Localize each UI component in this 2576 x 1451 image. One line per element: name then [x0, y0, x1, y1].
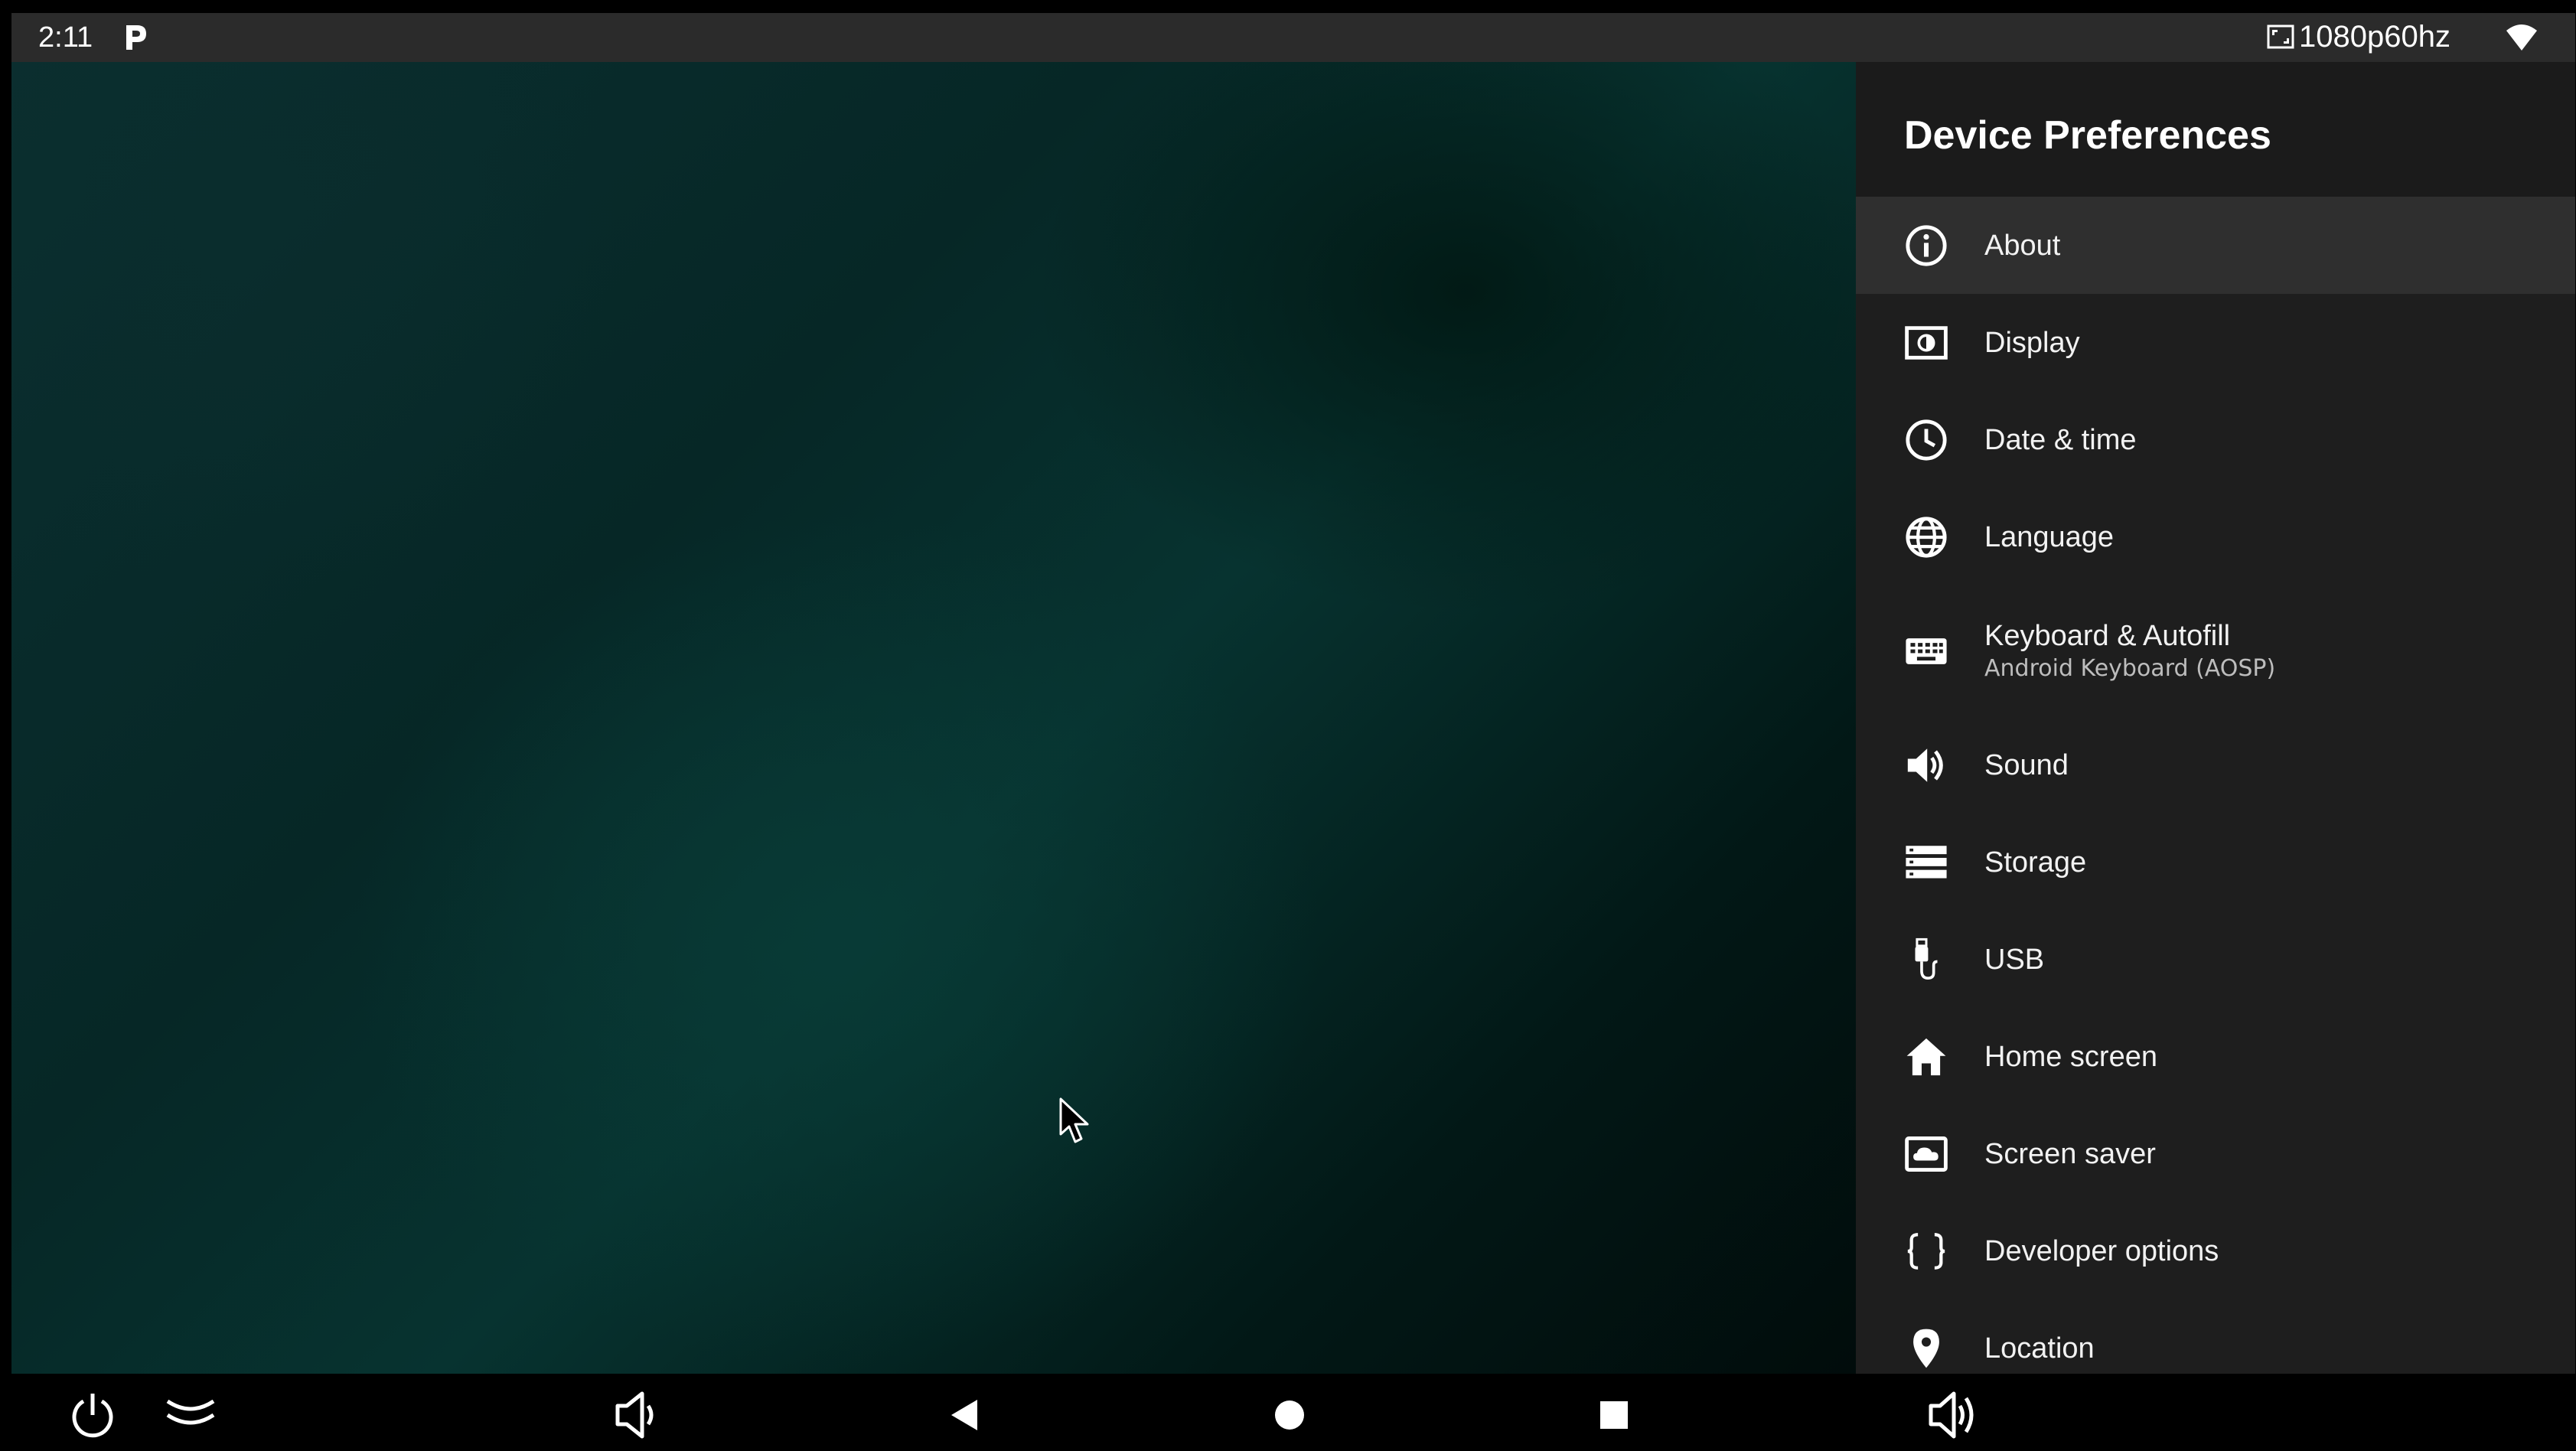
navigation-bar: [11, 1374, 2575, 1451]
screen: 2:11 1080p60hz Device Preferences About …: [11, 13, 2575, 1451]
location-icon: [1903, 1325, 1949, 1371]
wifi-icon: [2505, 23, 2539, 52]
wallpaper-area[interactable]: [11, 62, 1856, 1374]
menu-item-language[interactable]: Language: [1856, 488, 2575, 585]
display-icon: [1903, 320, 1949, 366]
collapse-icon[interactable]: [163, 1387, 218, 1443]
resolution-text: 1080p60hz: [2299, 20, 2450, 54]
menu-item-sublabel: Android Keyboard (AOSP): [1984, 654, 2276, 682]
mouse-cursor-icon: [1059, 1097, 1089, 1143]
menu-item-screen-saver[interactable]: Screen saver: [1856, 1105, 2575, 1202]
panel-title: Device Preferences: [1904, 113, 2271, 158]
preferences-menu: About Display Date & time Language Keybo…: [1856, 197, 2575, 1374]
volume-up-icon[interactable]: [1925, 1387, 1980, 1443]
recents-icon[interactable]: [1586, 1387, 1642, 1443]
home-button-icon[interactable]: [1262, 1387, 1317, 1443]
menu-item-usb[interactable]: USB: [1856, 911, 2575, 1008]
menu-item-label: Date & time: [1984, 423, 2137, 456]
menu-item-sound[interactable]: Sound: [1856, 716, 2575, 814]
status-time: 2:11: [38, 21, 93, 54]
menu-item-label: Storage: [1984, 846, 2087, 879]
menu-item-about[interactable]: About: [1856, 197, 2575, 294]
usb-icon: [1903, 937, 1949, 983]
menu-item-label: Developer options: [1984, 1234, 2219, 1267]
menu-item-storage[interactable]: Storage: [1856, 814, 2575, 911]
globe-icon: [1903, 514, 1949, 560]
resolution-indicator: 1080p60hz: [2267, 19, 2450, 54]
menu-item-location[interactable]: Location: [1856, 1299, 2575, 1374]
p-icon: [120, 21, 151, 54]
menu-item-display[interactable]: Display: [1856, 294, 2575, 391]
menu-item-label: Keyboard & Autofill: [1984, 619, 2231, 652]
power-icon[interactable]: [65, 1387, 120, 1443]
speaker-icon: [1903, 742, 1949, 788]
status-bar: 2:11 1080p60hz: [11, 13, 2575, 62]
home-icon: [1903, 1034, 1949, 1080]
device-preferences-panel: Device Preferences About Display Date &: [1856, 62, 2575, 1374]
menu-item-label: USB: [1984, 943, 2045, 976]
volume-down-icon[interactable]: [610, 1387, 665, 1443]
keyboard-icon: [1903, 628, 1949, 674]
menu-item-label: Language: [1984, 520, 2115, 553]
info-icon: [1903, 223, 1949, 269]
menu-item-developer-options[interactable]: Developer options: [1856, 1202, 2575, 1299]
menu-item-label: Location: [1984, 1332, 2095, 1365]
menu-item-label: About: [1984, 229, 2061, 262]
menu-item-label: Display: [1984, 326, 2080, 359]
menu-item-label: Home screen: [1984, 1040, 2157, 1073]
clock-icon: [1903, 417, 1949, 463]
screen-saver-icon: [1903, 1131, 1949, 1177]
braces-icon: [1903, 1228, 1949, 1274]
menu-item-keyboard-autofill[interactable]: Keyboard & Autofill Android Keyboard (AO…: [1856, 585, 2575, 716]
storage-icon: [1903, 840, 1949, 885]
panel-header: Device Preferences: [1856, 62, 2575, 197]
menu-item-label: Screen saver: [1984, 1137, 2156, 1170]
menu-item-label: Sound: [1984, 748, 2069, 781]
menu-item-home-screen[interactable]: Home screen: [1856, 1008, 2575, 1105]
back-icon[interactable]: [937, 1387, 993, 1443]
screen-resolution-icon: [2267, 24, 2294, 49]
menu-item-date-time[interactable]: Date & time: [1856, 391, 2575, 488]
